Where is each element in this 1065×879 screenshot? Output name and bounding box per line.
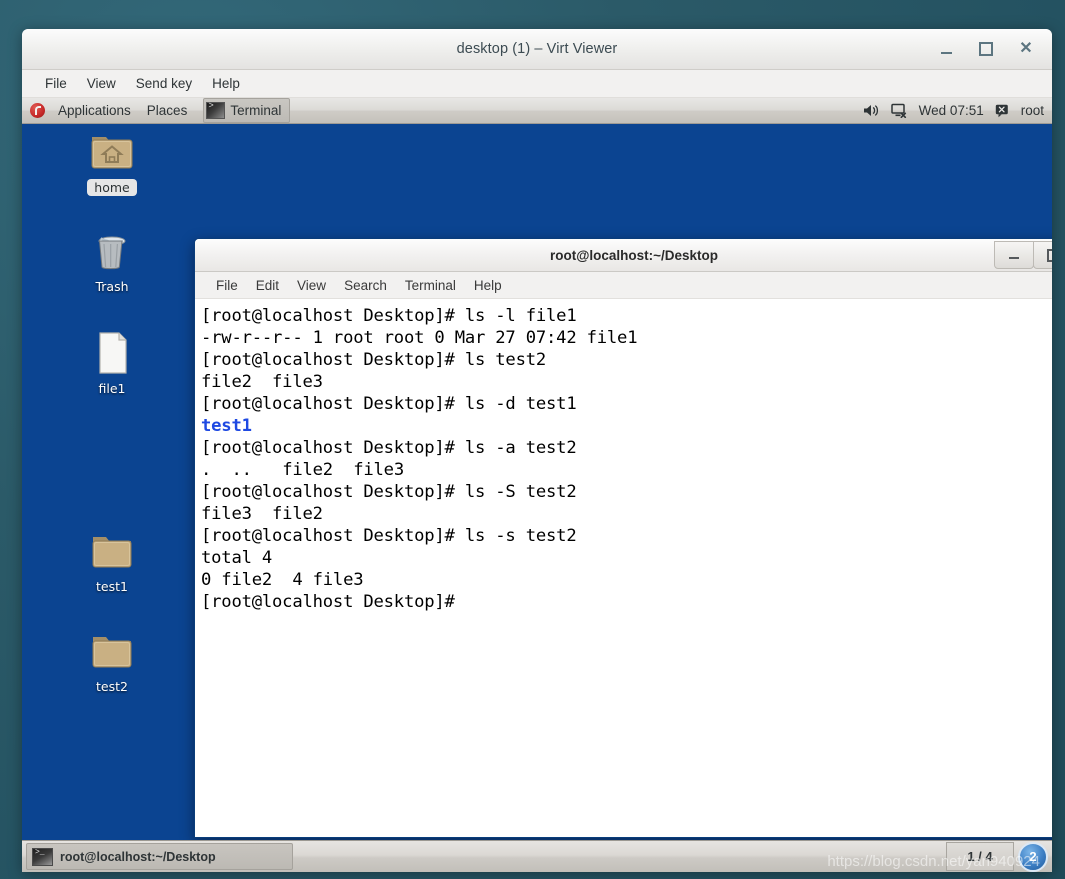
desktop-icon-test2[interactable]: test2: [64, 631, 160, 694]
gnome-top-panel: Applications Places Terminal: [22, 98, 1052, 124]
terminal-minimize-button[interactable]: [994, 241, 1034, 269]
terminal-line: [root@localhost Desktop]# ls test2: [201, 350, 547, 370]
panel-clock[interactable]: Wed 07:51: [919, 103, 984, 118]
terminal-line: [root@localhost Desktop]# ls -d test1: [201, 394, 577, 414]
terminal-menu-search[interactable]: Search: [335, 276, 396, 295]
minimize-icon: [1009, 257, 1019, 259]
window-controls: ✕: [936, 29, 1036, 69]
terminal-menubar: File Edit View Search Terminal Help: [195, 272, 1052, 299]
minimize-button[interactable]: [936, 39, 956, 59]
terminal-line: [root@localhost Desktop]# ls -S test2: [201, 482, 577, 502]
terminal-maximize-button[interactable]: [1033, 241, 1052, 269]
fedora-logo-icon: [30, 103, 45, 118]
menu-help[interactable]: Help: [203, 73, 249, 94]
panel-username[interactable]: root: [1021, 103, 1044, 118]
terminal-icon: [206, 101, 226, 119]
places-menu[interactable]: Places: [139, 100, 196, 121]
terminal-line: test1: [201, 416, 252, 436]
terminal-window[interactable]: root@localhost:~/Desktop File Edit View …: [194, 238, 1052, 838]
terminal-line: . .. file2 file3: [201, 460, 404, 480]
terminal-title: root@localhost:~/Desktop: [549, 247, 719, 263]
minimize-icon: [940, 51, 952, 54]
terminal-menu-help[interactable]: Help: [465, 276, 511, 295]
close-button[interactable]: ✕: [1016, 39, 1036, 59]
terminal-line: total 4: [201, 548, 273, 568]
home-folder-icon: [91, 137, 133, 169]
desktop-icon-file1[interactable]: file1: [64, 331, 160, 396]
desktop-icon-home[interactable]: home: [64, 131, 160, 196]
desktop-icon-test1[interactable]: test1: [64, 531, 160, 594]
terminal-line: file3 file2: [201, 504, 323, 524]
menu-file[interactable]: File: [36, 73, 76, 94]
taskbar-window-button[interactable]: root@localhost:~/Desktop: [26, 843, 293, 870]
terminal-line: [root@localhost Desktop]# ls -l file1: [201, 306, 577, 326]
vm-display-area[interactable]: Applications Places Terminal: [22, 98, 1052, 872]
panel-right-group: Wed 07:51 root: [863, 98, 1044, 123]
desktop-icon-trash[interactable]: Trash: [64, 231, 160, 294]
taskbar-window-label: root@localhost:~/Desktop: [60, 849, 216, 864]
workspace-indicator[interactable]: 1 / 4: [946, 842, 1014, 871]
menu-view[interactable]: View: [78, 73, 125, 94]
maximize-button[interactable]: [976, 39, 996, 59]
terminal-menu-view[interactable]: View: [288, 276, 335, 295]
workspace-badge[interactable]: 2: [1018, 841, 1048, 872]
desktop-icon-label: file1: [98, 381, 126, 396]
panel-left-group: Applications Places Terminal: [22, 98, 291, 123]
volume-icon[interactable]: [863, 103, 880, 118]
terminal-output-area[interactable]: [root@localhost Desktop]# ls -l file1 -r…: [195, 299, 1052, 837]
bottom-right-group: 1 / 4 2: [946, 841, 1048, 872]
network-disconnected-icon[interactable]: [890, 103, 908, 118]
desktop-icon-label: Trash: [95, 279, 129, 294]
terminal-menu-file[interactable]: File: [207, 276, 247, 295]
gnome-bottom-panel: root@localhost:~/Desktop 1 / 4 2 https:/…: [22, 840, 1052, 872]
desktop-icon-label: home: [87, 179, 137, 196]
terminal-line: file2 file3: [201, 372, 323, 392]
terminal-line: 0 file2 4 file3: [201, 570, 364, 590]
maximize-icon: [1046, 248, 1052, 262]
terminal-menu-terminal[interactable]: Terminal: [396, 276, 465, 295]
desktop-icon-label: test2: [96, 679, 128, 694]
desktop-icon-label: test1: [96, 579, 128, 594]
terminal-line: [root@localhost Desktop]#: [201, 592, 455, 612]
window-list-item-label: Terminal: [230, 103, 282, 118]
virt-viewer-window: desktop (1) – Virt Viewer ✕ File View Se…: [22, 29, 1052, 872]
terminal-menu-edit[interactable]: Edit: [247, 276, 288, 295]
terminal-titlebar: root@localhost:~/Desktop: [195, 239, 1052, 272]
applications-menu[interactable]: Applications: [50, 100, 139, 121]
menu-send-key[interactable]: Send key: [127, 73, 201, 94]
virt-viewer-titlebar: desktop (1) – Virt Viewer ✕: [22, 29, 1052, 70]
folder-icon: [92, 637, 132, 668]
window-title: desktop (1) – Virt Viewer: [456, 41, 618, 57]
file-icon: [99, 332, 127, 374]
maximize-icon: [979, 42, 993, 56]
close-icon: ✕: [1019, 40, 1033, 57]
folder-icon: [92, 537, 132, 568]
terminal-window-controls: [994, 241, 1052, 269]
terminal-icon: [32, 847, 53, 866]
terminal-line: -rw-r--r-- 1 root root 0 Mar 27 07:42 fi…: [201, 328, 638, 348]
terminal-line: [root@localhost Desktop]# ls -a test2: [201, 438, 577, 458]
trash-icon: [98, 236, 126, 270]
terminal-dir-entry: . ..: [201, 460, 252, 480]
terminal-line: [root@localhost Desktop]# ls -s test2: [201, 526, 577, 546]
user-status-icon[interactable]: [995, 104, 1010, 118]
virt-viewer-menubar: File View Send key Help: [22, 70, 1052, 98]
window-list-item-terminal[interactable]: Terminal: [203, 98, 291, 123]
